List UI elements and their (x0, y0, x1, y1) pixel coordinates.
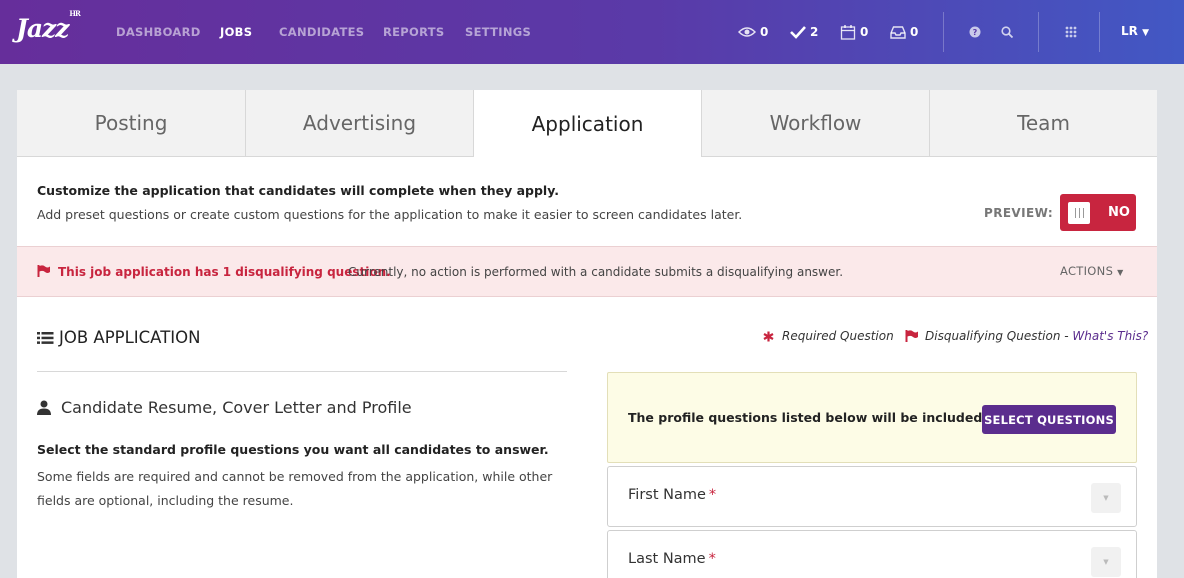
events-count: 0 (860, 25, 869, 39)
help-icon: ? (969, 26, 981, 38)
nav-divider (1099, 12, 1100, 52)
select-questions-button[interactable]: SELECT QUESTIONS (982, 405, 1116, 434)
caret-down-icon: ▼ (1117, 268, 1124, 277)
nav-candidates[interactable]: CANDIDATES (279, 25, 364, 39)
profile-title-text: Candidate Resume, Cover Letter and Profi… (61, 398, 412, 417)
caret-down-icon: ▼ (1103, 558, 1109, 566)
required-marker: * (708, 487, 717, 503)
apps-button[interactable] (1061, 22, 1081, 42)
preview-state: NO (1108, 205, 1130, 220)
field-dropdown[interactable]: ▼ (1091, 547, 1121, 577)
legend-required: Required Question (763, 329, 894, 343)
profile-field-last-name[interactable]: Last Name * ▼ (607, 530, 1137, 578)
tab-workflow[interactable]: Workflow (702, 90, 930, 157)
preview-toggle[interactable]: NO (1060, 194, 1136, 231)
alert-message: This job application has 1 disqualifying… (58, 265, 391, 279)
nav-divider (1038, 12, 1039, 52)
profile-notice-text: The profile questions listed below will … (628, 410, 988, 425)
actions-label: ACTIONS (1060, 264, 1114, 278)
inbox-counter[interactable]: 0 (890, 22, 918, 42)
caret-down-icon: ▼ (1103, 494, 1109, 502)
jazz-logo[interactable]: JazzHR (16, 9, 81, 43)
flag-icon (905, 330, 918, 342)
job-editor-card: Posting Advertising Application Workflow… (17, 90, 1157, 578)
tab-posting[interactable]: Posting (17, 90, 246, 157)
logo-text: Jazz (16, 14, 69, 43)
intro-title: Customize the application that candidate… (37, 183, 559, 198)
inbox-icon (890, 26, 906, 39)
whats-this-link[interactable]: What's This? (1072, 329, 1148, 343)
legend-disqualifying-text: Disqualifying Question - (925, 329, 1073, 343)
alert-detail: Currently, no action is performed with a… (348, 265, 844, 279)
svg-text:?: ? (973, 28, 978, 37)
profile-description: Some fields are required and cannot be r… (37, 469, 553, 508)
nav-settings[interactable]: SETTINGS (465, 25, 531, 39)
profile-instruction: Select the standard profile questions yo… (37, 442, 549, 457)
tasks-count: 2 (810, 25, 819, 39)
field-label: Last Name * (628, 551, 716, 567)
user-initials: LR (1121, 24, 1138, 38)
check-icon (790, 26, 806, 39)
nav-divider (943, 12, 944, 52)
section-divider (37, 371, 567, 372)
apps-grid-icon (1065, 26, 1077, 38)
views-counter[interactable]: 0 (738, 22, 768, 42)
profile-notice-box: The profile questions listed below will … (607, 372, 1137, 463)
search-button[interactable] (997, 22, 1017, 42)
logo-mark: HR (69, 8, 80, 18)
user-icon (37, 400, 51, 415)
views-count: 0 (760, 25, 769, 39)
top-navigation-bar: JazzHR DASHBOARD JOBS CANDIDATES REPORTS… (0, 0, 1184, 64)
section-title: JOB APPLICATION (37, 328, 200, 347)
profile-section-title: Candidate Resume, Cover Letter and Profi… (37, 398, 412, 417)
asterisk-icon (763, 331, 774, 341)
eye-icon (738, 27, 756, 37)
user-menu[interactable]: LR ▼ (1121, 24, 1149, 38)
section-title-text: JOB APPLICATION (59, 328, 201, 347)
help-button[interactable]: ? (965, 22, 985, 42)
nav-reports[interactable]: REPORTS (383, 25, 444, 39)
nav-jobs[interactable]: JOBS (220, 25, 252, 39)
calendar-icon (840, 25, 856, 40)
list-icon (37, 331, 54, 344)
tab-application[interactable]: Application (474, 90, 702, 157)
legend-disqualifying: Disqualifying Question - What's This? (905, 329, 1148, 343)
toggle-handle (1068, 201, 1090, 224)
disqualifying-alert: This job application has 1 disqualifying… (17, 246, 1157, 297)
intro-description: Add preset questions or create custom qu… (37, 207, 743, 222)
tab-advertising[interactable]: Advertising (246, 90, 474, 157)
tab-team[interactable]: Team (930, 90, 1157, 157)
flag-icon (37, 265, 50, 277)
caret-down-icon: ▼ (1142, 28, 1149, 38)
inbox-count: 0 (910, 25, 919, 39)
profile-field-first-name[interactable]: First Name * ▼ (607, 466, 1137, 527)
preview-label: PREVIEW: (984, 206, 1054, 220)
legend-required-text: Required Question (782, 329, 894, 343)
required-marker: * (708, 551, 716, 567)
field-label: First Name * (628, 487, 717, 503)
search-icon (1001, 26, 1013, 38)
events-counter[interactable]: 0 (840, 22, 868, 42)
field-dropdown[interactable]: ▼ (1091, 483, 1121, 513)
actions-dropdown[interactable]: ACTIONS ▼ (1060, 264, 1124, 278)
tasks-counter[interactable]: 2 (790, 22, 818, 42)
nav-dashboard[interactable]: DASHBOARD (116, 25, 201, 39)
